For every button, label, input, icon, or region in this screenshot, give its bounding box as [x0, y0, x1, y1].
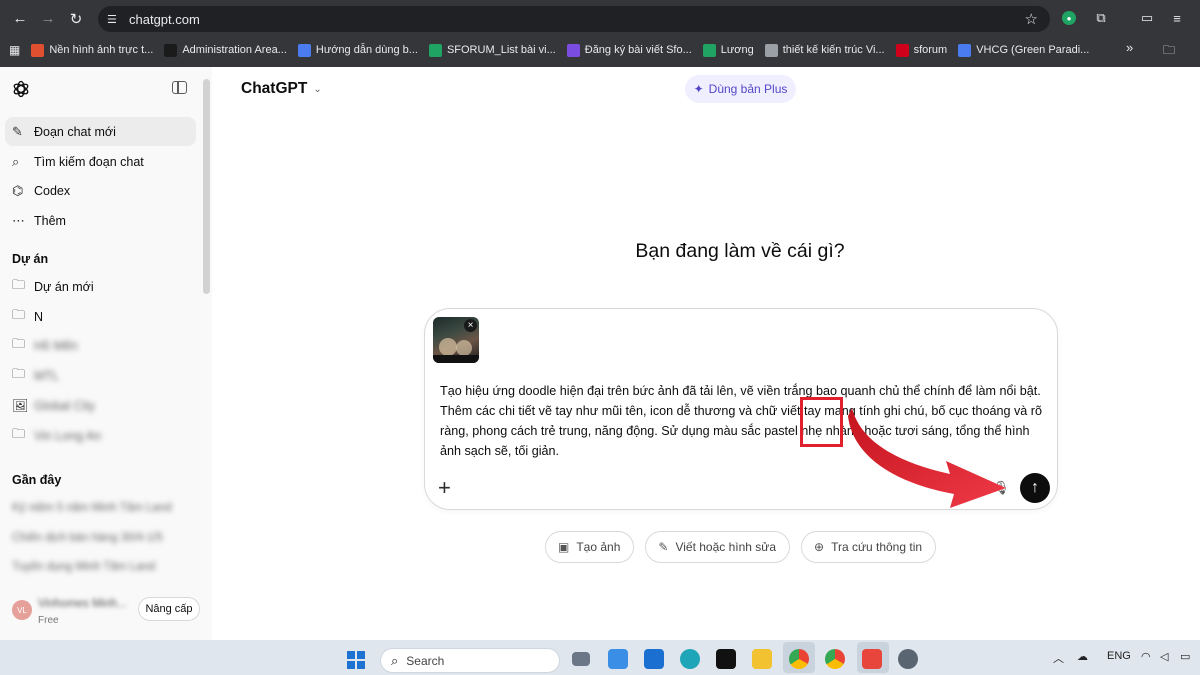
capcut-icon[interactable]: [716, 649, 736, 669]
windows-start-icon[interactable]: [347, 651, 365, 669]
search-icon: ⌕: [391, 652, 399, 668]
store-icon[interactable]: [608, 649, 628, 669]
task-view-icon[interactable]: [572, 652, 590, 666]
tray-chevron-icon[interactable]: ︿: [1053, 650, 1064, 666]
windows-taskbar: ⌕ Search ︿ ☁ ENG ◠ ◁ ▭: [0, 640, 1200, 675]
annotation-arrow: [848, 408, 1006, 508]
chrome-icon[interactable]: [789, 649, 809, 669]
edge-icon[interactable]: [680, 649, 700, 669]
settings-gear-icon[interactable]: [898, 649, 918, 669]
onedrive-icon[interactable]: ☁: [1077, 650, 1088, 663]
file-explorer-icon[interactable]: [752, 649, 772, 669]
wifi-icon[interactable]: ◠: [1141, 650, 1151, 663]
send-button-highlight: [800, 397, 843, 447]
chrome-profile-icon[interactable]: [825, 649, 845, 669]
volume-icon[interactable]: ◁: [1160, 650, 1168, 663]
taskbar-search-placeholder: Search: [406, 653, 445, 668]
mail-icon[interactable]: [644, 649, 664, 669]
language-indicator[interactable]: ENG: [1107, 650, 1131, 662]
battery-icon[interactable]: ▭: [1180, 650, 1190, 663]
messenger-app-icon[interactable]: [862, 649, 882, 669]
taskbar-search[interactable]: ⌕ Search: [380, 648, 560, 673]
